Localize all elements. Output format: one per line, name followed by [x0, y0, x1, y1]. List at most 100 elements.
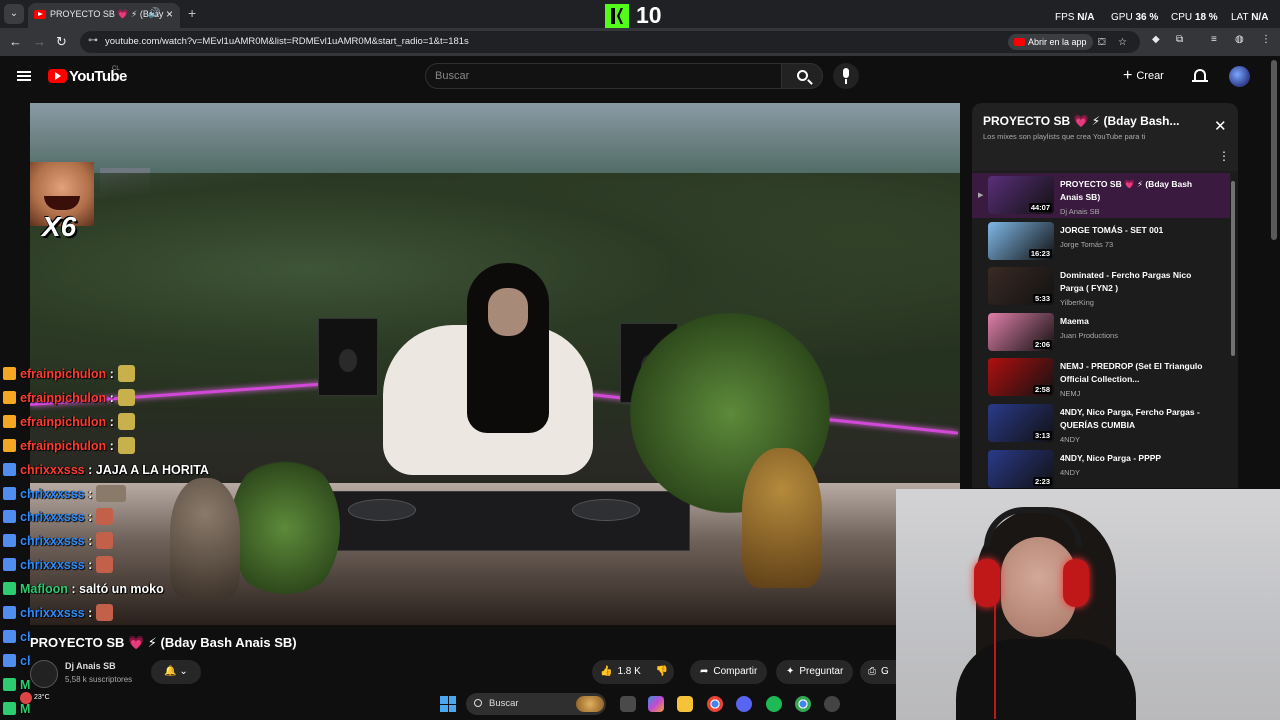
- file-explorer-icon[interactable]: [677, 696, 693, 712]
- close-icon[interactable]: ✕: [1214, 117, 1227, 135]
- cast-icon[interactable]: ⛋: [1098, 37, 1106, 48]
- chat-text: :: [84, 606, 93, 620]
- browser-toolbar: ← → ↻ ⊶ youtube.com/watch?v=MEvl1uAMR0M&…: [0, 28, 1280, 56]
- speaker-icon[interactable]: 🔊: [148, 8, 160, 19]
- video-jog-wheel: [572, 499, 640, 521]
- user-avatar[interactable]: [1229, 66, 1250, 87]
- back-icon[interactable]: ←: [9, 34, 22, 49]
- chat-text: :: [106, 367, 114, 381]
- extension-diamond-icon[interactable]: ◆: [1152, 34, 1160, 45]
- playlist-item-title[interactable]: 4NDY, Nico Parga, Fercho Pargas - QUERÍA…: [1060, 406, 1210, 432]
- chat-username[interactable]: chrixxxsss: [20, 534, 85, 548]
- playlist-item[interactable]: ▶ 44:07 PROYECTO SB 💗 ⚡ (Bday Bash Anais S…: [972, 173, 1230, 218]
- playlist-item-title[interactable]: 4NDY, Nico Parga - PPPP: [1060, 452, 1210, 465]
- notifications-bell-icon[interactable]: [1192, 69, 1208, 82]
- playlist-item-title[interactable]: PROYECTO SB 💗 ⚡ (Bday Bash Anais SB): [1060, 178, 1210, 204]
- playlist-item-channel: Juan Productions: [1060, 330, 1118, 340]
- extensions-puzzle-icon[interactable]: ⧉: [1176, 34, 1183, 45]
- share-button[interactable]: ➦ Compartir: [690, 660, 768, 684]
- open-in-app-button[interactable]: Abrir en la app: [1008, 34, 1093, 50]
- chat-emote-image: [117, 365, 135, 382]
- channel-name[interactable]: Dj Anais SB: [65, 661, 116, 671]
- chat-text: :: [106, 390, 114, 405]
- chat-username[interactable]: efrainpichulon: [20, 439, 106, 453]
- obs-icon[interactable]: [824, 696, 840, 712]
- browser-tab-active[interactable]: PROYECTO SB 💗 ⚡ (Bday 🔊 ×: [28, 3, 180, 28]
- dislike-button[interactable]: 👎: [656, 666, 668, 677]
- playlist-scrollbar[interactable]: [1231, 181, 1235, 356]
- address-bar[interactable]: ⊶ youtube.com/watch?v=MEvl1uAMR0M&list=R…: [80, 31, 1140, 53]
- search-button[interactable]: [781, 63, 823, 89]
- playlist-item-title[interactable]: JORGE TOMÁS - SET 001: [1060, 224, 1210, 237]
- url-text[interactable]: youtube.com/watch?v=MEvl1uAMR0M&list=RDM…: [105, 36, 469, 47]
- save-label: G: [881, 666, 889, 677]
- create-button[interactable]: + Crear: [1123, 63, 1164, 89]
- close-tab-icon[interactable]: ×: [166, 7, 173, 21]
- task-view-icon[interactable]: [620, 696, 636, 712]
- playlist-item[interactable]: 2:58 NEMJ - PREDROP (Set El Triangulo Off…: [972, 355, 1230, 400]
- spotify-icon[interactable]: [766, 696, 782, 712]
- video-player[interactable]: [30, 103, 960, 625]
- sub-badge-icon: [3, 438, 16, 452]
- chat-username[interactable]: chrixxxsss: [20, 510, 85, 524]
- playlist-thumbnail[interactable]: 2:06: [988, 312, 1054, 351]
- new-tab-button[interactable]: +: [188, 5, 196, 21]
- vip-badge-icon: [3, 629, 16, 643]
- playlist-item[interactable]: 5:33 Dominated - Fercho Pargas Nico Parga…: [972, 264, 1230, 309]
- playlist-item[interactable]: 3:13 4NDY, Nico Parga, Fercho Pargas - QU…: [972, 401, 1230, 446]
- subscription-bell-button[interactable]: 🔔 ⌄: [151, 660, 201, 684]
- playlist-thumbnail[interactable]: 3:13: [988, 404, 1054, 442]
- voice-search-microphone-icon[interactable]: [833, 63, 859, 89]
- playlist-item[interactable]: 2:06 Maema Juan Productions: [972, 310, 1230, 355]
- playlist-item-title[interactable]: Maema: [1060, 315, 1210, 328]
- youtube-logo-icon[interactable]: [48, 69, 67, 83]
- more-vertical-icon[interactable]: ⋮: [1218, 149, 1230, 163]
- ask-button[interactable]: ✦ Preguntar: [776, 660, 854, 684]
- copilot-icon[interactable]: [648, 696, 664, 712]
- chrome-profile-icon[interactable]: [795, 696, 811, 712]
- windows-start-icon[interactable]: [440, 696, 456, 712]
- discord-icon[interactable]: [736, 696, 752, 712]
- chat-text: :: [84, 534, 93, 549]
- taskbar-search[interactable]: Buscar: [466, 693, 606, 715]
- bookmark-star-icon[interactable]: ☆: [1118, 37, 1127, 48]
- chat-username[interactable]: efrainpichulon: [20, 415, 106, 429]
- playlist-thumbnail[interactable]: 2:23: [988, 449, 1054, 488]
- webcam-headset-cable: [994, 599, 996, 719]
- like-button[interactable]: 👍 1.8 K: [600, 666, 641, 677]
- chat-username[interactable]: Mafloon: [20, 582, 68, 596]
- chat-username[interactable]: efrainpichulon: [20, 391, 106, 405]
- playlist-title[interactable]: PROYECTO SB 💗 ⚡ (Bday Bash...: [983, 114, 1180, 128]
- playlist-thumbnail[interactable]: 5:33: [988, 267, 1054, 306]
- playlist-thumbnail[interactable]: 44:07: [988, 176, 1054, 214]
- chat-username[interactable]: chrixxxsss: [20, 463, 85, 477]
- search-input[interactable]: Buscar: [425, 63, 782, 89]
- save-button[interactable]: ⎙ G: [860, 660, 896, 684]
- chat-username[interactable]: chrixxxsss: [20, 487, 85, 501]
- page-scrollbar[interactable]: [1271, 60, 1277, 240]
- channel-avatar[interactable]: [30, 660, 58, 688]
- site-info-icon[interactable]: ⊶: [88, 35, 98, 46]
- playlist-item-title[interactable]: NEMJ - PREDROP (Set El Triangulo Officia…: [1060, 360, 1210, 386]
- chat-username[interactable]: chrixxxsss: [20, 606, 85, 620]
- playlist-thumbnail[interactable]: 2:58: [988, 358, 1054, 397]
- playlist-item[interactable]: 2:23 4NDY, Nico Parga - PPPP 4NDY: [972, 447, 1230, 488]
- vip-badge-icon: [3, 510, 16, 524]
- chrome-icon[interactable]: [707, 696, 723, 712]
- browser-menu-icon[interactable]: ⋮: [1261, 34, 1271, 45]
- tab-search-button[interactable]: ⌄: [4, 4, 24, 24]
- playlist-item[interactable]: 16:23 JORGE TOMÁS - SET 001 Jorge Tomás 73: [972, 219, 1230, 264]
- chat-emote-image: [96, 508, 114, 526]
- playlist-thumbnail[interactable]: 16:23: [988, 221, 1054, 260]
- forward-icon[interactable]: →: [33, 34, 46, 49]
- chat-emote-image: [117, 436, 135, 454]
- playlist-item-title[interactable]: Dominated - Fercho Pargas Nico Parga ( F…: [1060, 269, 1210, 295]
- chat-username[interactable]: chrixxxsss: [20, 558, 85, 572]
- playlist-item-channel: NEMJ: [1060, 389, 1081, 399]
- profile-icon[interactable]: ◍: [1235, 34, 1244, 45]
- menu-icon[interactable]: [17, 71, 31, 81]
- media-control-icon[interactable]: ≡: [1211, 34, 1217, 45]
- now-playing-icon: ▶: [978, 192, 984, 199]
- reload-icon[interactable]: ↻: [56, 34, 67, 50]
- chat-username[interactable]: efrainpichulon: [20, 367, 106, 381]
